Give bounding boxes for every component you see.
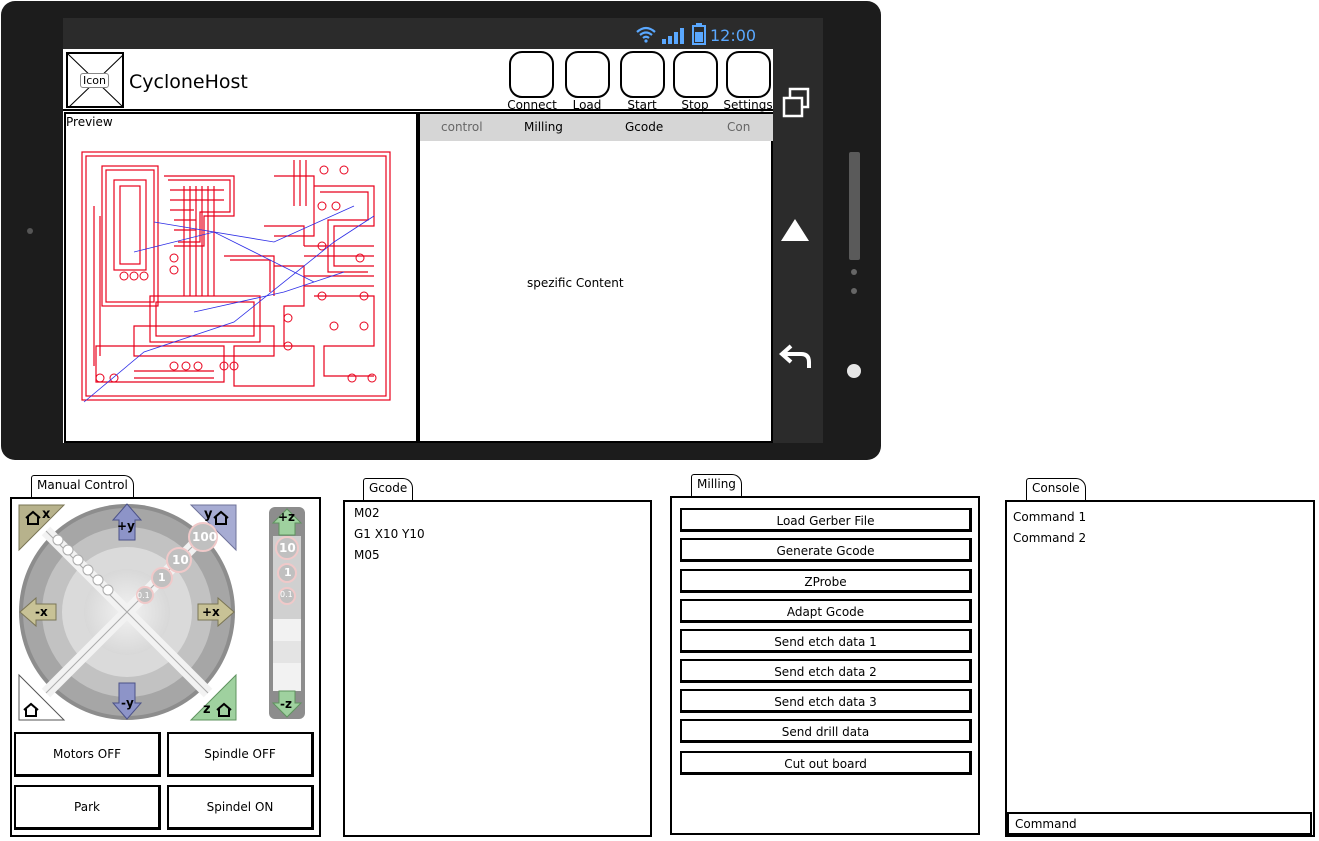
preview-label: Preview [66,115,113,129]
settings-button-label: Settings [723,98,773,112]
gcode-line: G1 X10 Y10 [354,527,425,541]
console-line: Command 2 [1013,531,1087,545]
cut-out-board-button[interactable]: Cut out board [680,751,972,775]
load-gerber-button[interactable]: Load Gerber File [680,508,972,532]
send-etch-data-1-button[interactable]: Send etch data 1 [680,629,972,653]
signal-icon [662,28,684,44]
home-x-label: x [42,507,51,522]
settings-button[interactable] [726,51,771,98]
z-step-0-1-badge[interactable]: 0.1 [280,590,293,599]
sensor-dot [851,288,857,294]
battery-icon [692,23,706,45]
send-etch-data-3-button[interactable]: Send etch data 3 [680,689,972,713]
send-drill-data-button[interactable]: Send drill data [680,719,972,743]
status-bar: 12:00 [63,18,773,49]
camera-dot [847,364,861,378]
z-axis-slider[interactable] [268,506,306,720]
adapt-gcode-button[interactable]: Adapt Gcode [680,599,972,623]
app-icon: Icon [66,52,124,108]
console-tab[interactable]: Console [1026,478,1086,500]
status-time: 12:00 [710,26,757,45]
connect-button[interactable] [509,51,554,98]
app-icon-label: Icon [80,73,109,88]
gcode-panel[interactable] [343,500,652,837]
connect-button-label: Connect [507,98,557,112]
jog-plus-x-label: +x [202,605,220,619]
start-button-label: Start [627,98,657,112]
tab-control[interactable]: control [441,120,483,134]
sensor-dot [851,269,857,275]
recent-apps-icon[interactable] [781,86,811,120]
back-arrow-icon[interactable] [779,342,813,370]
gcode-line: M05 [354,548,380,562]
motors-off-button[interactable]: Motors OFF [14,732,161,777]
tab-milling[interactable]: Milling [524,120,563,134]
console-panel [1005,500,1315,837]
zprobe-button[interactable]: ZProbe [680,569,972,593]
console-line: Command 1 [1013,510,1087,524]
volume-slider [849,152,860,260]
jog-plus-y-label: +y [117,519,135,533]
generate-gcode-button[interactable]: Generate Gcode [680,538,972,562]
tab-gcode[interactable]: Gcode [625,120,663,134]
step-100-badge[interactable]: 100 [192,530,217,544]
stop-button[interactable] [673,51,718,98]
pcb-preview-image [81,151,391,403]
jog-minus-z-label: -z [280,697,292,711]
park-button[interactable]: Park [14,785,161,830]
earpiece-dot [27,228,33,234]
z-step-1-badge[interactable]: 1 [284,566,292,579]
step-10-badge[interactable]: 10 [172,553,189,567]
jog-plus-z-label: +z [278,510,296,524]
start-button[interactable] [620,51,665,98]
spindle-on-button[interactable]: Spindel ON [167,785,314,830]
send-etch-data-2-button[interactable]: Send etch data 2 [680,659,972,683]
command-input-placeholder: Command [1015,817,1077,831]
jog-minus-x-label: -x [35,605,48,619]
gcode-line: M02 [354,506,380,520]
spindle-off-button[interactable]: Spindle OFF [167,732,314,777]
wifi-icon [636,26,656,43]
home-z-label: z [203,702,211,717]
specific-content-text: spezific Content [527,276,624,290]
home-triangle-icon[interactable] [779,217,811,243]
jog-minus-y-label: -y [121,696,134,710]
app-title: CycloneHost [129,71,248,93]
step-1-badge[interactable]: 1 [158,571,166,584]
command-input[interactable]: Command [1007,812,1312,835]
manual-control-tab[interactable]: Manual Control [31,475,134,497]
step-0-1-badge[interactable]: 0.1 [137,591,150,600]
tab-console[interactable]: Con [727,120,750,134]
gcode-tab[interactable]: Gcode [363,478,414,500]
z-step-10-badge[interactable]: 10 [279,541,296,555]
load-button-label: Load [572,98,602,112]
stop-button-label: Stop [681,98,709,112]
load-button[interactable] [565,51,610,98]
milling-tab[interactable]: Milling [691,474,742,496]
home-y-label: y [204,507,213,522]
